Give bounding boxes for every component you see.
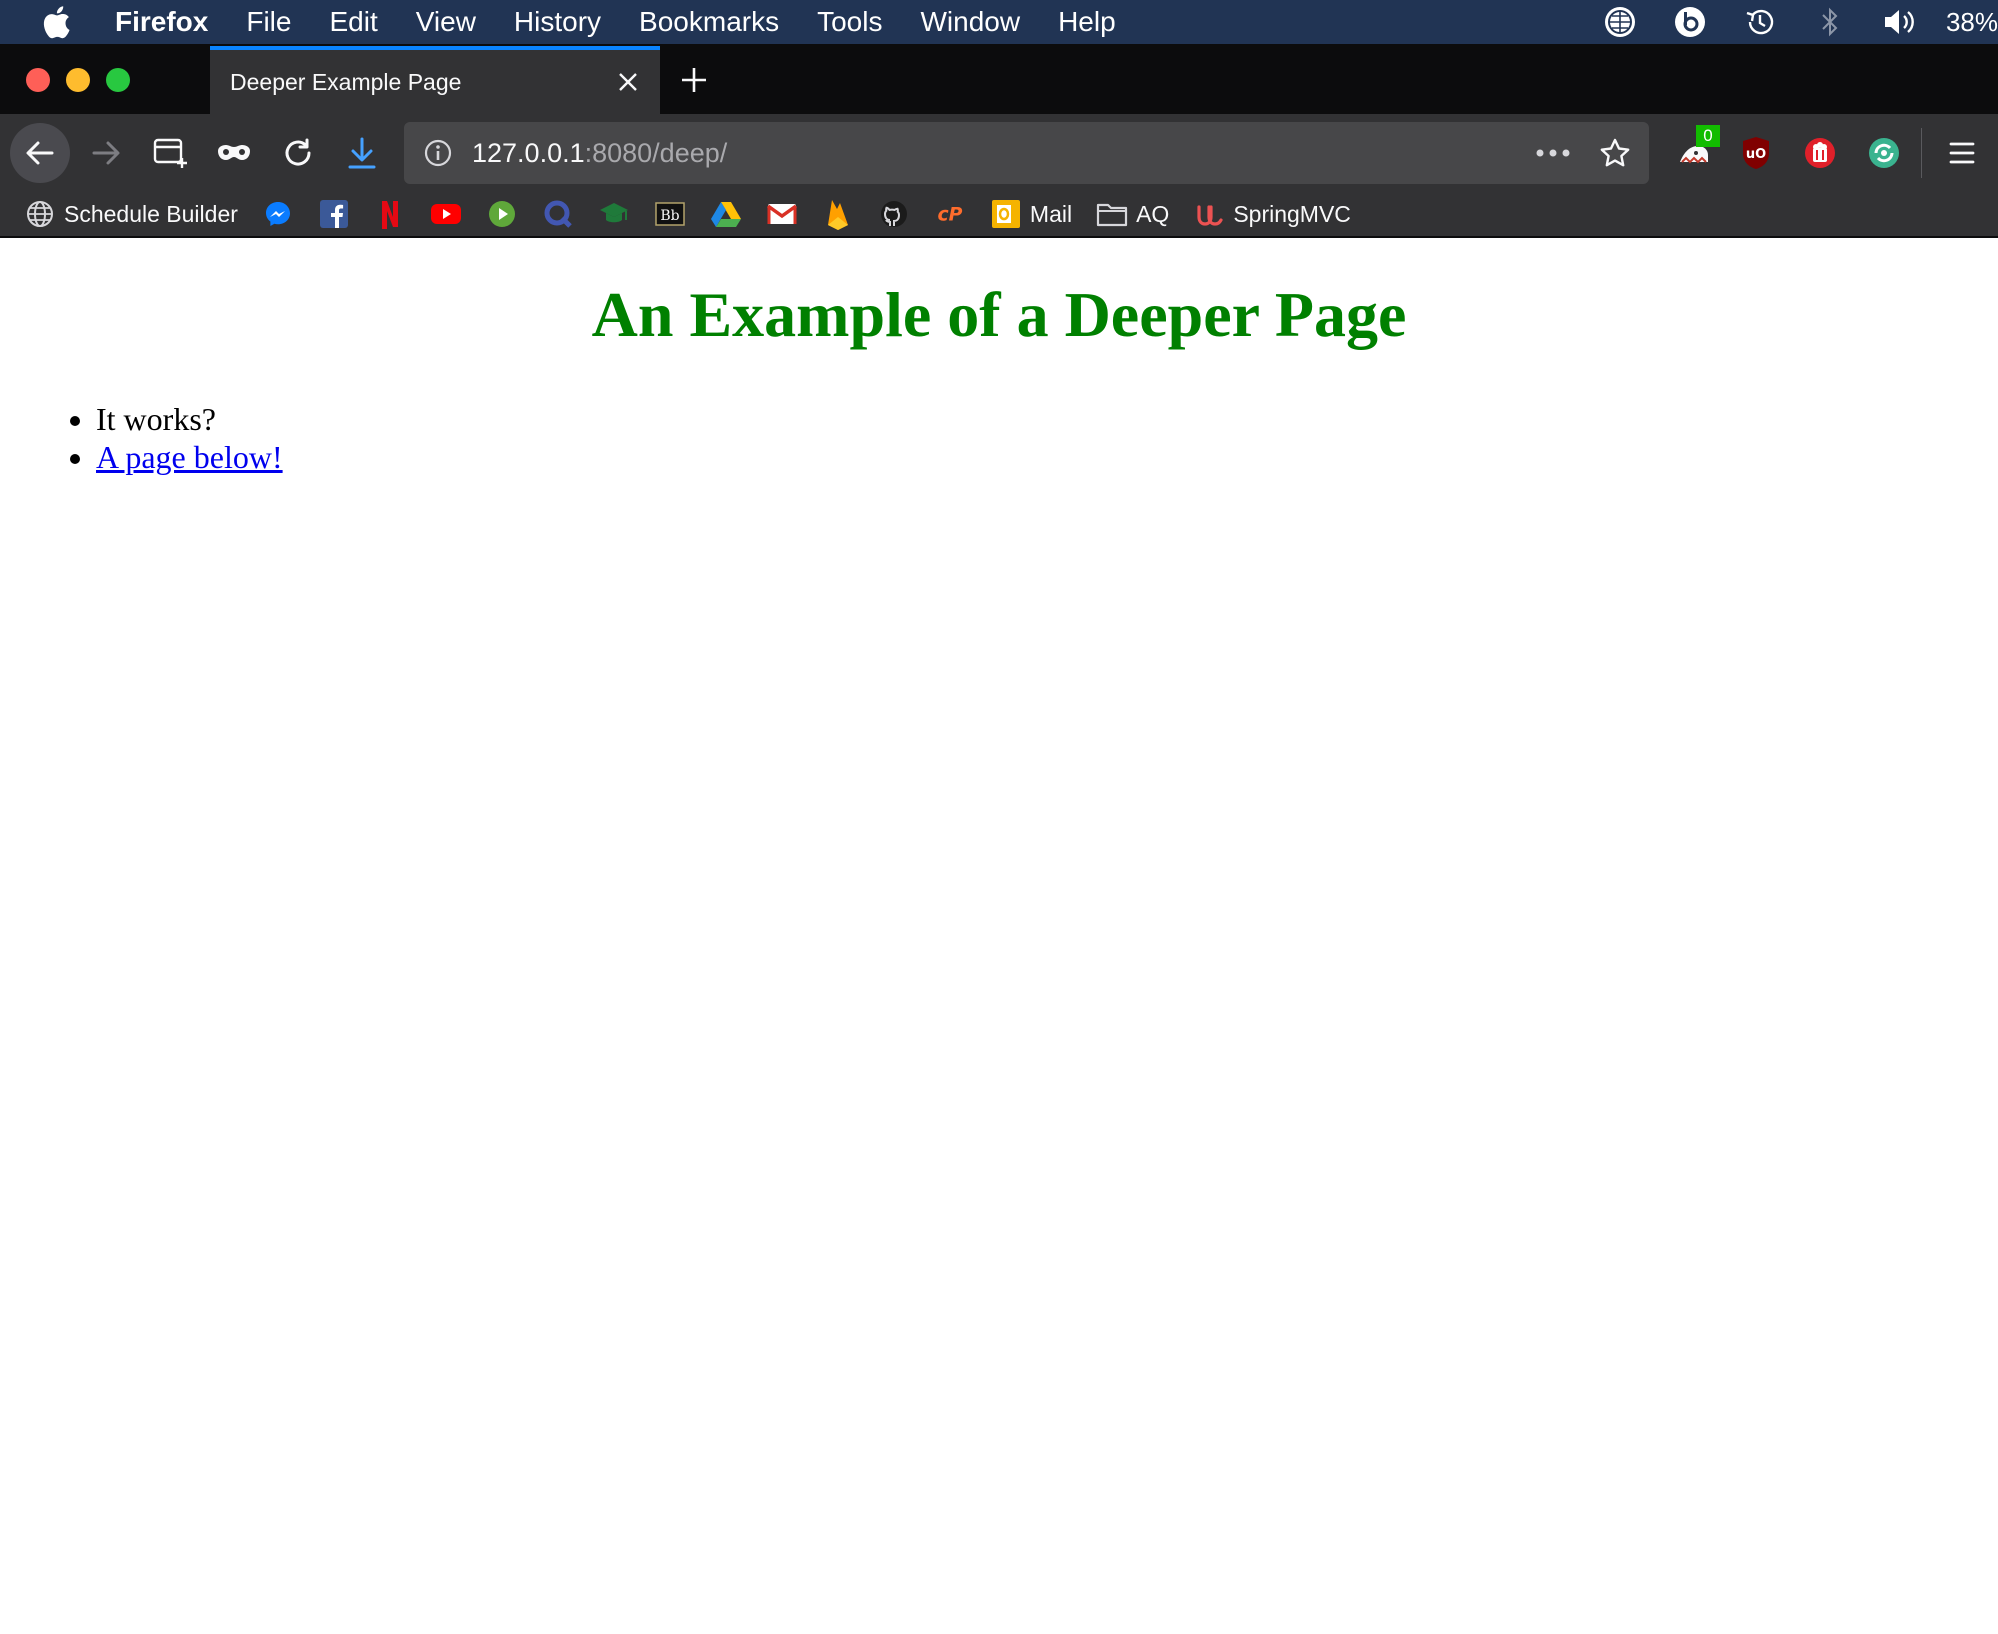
private-mask-icon[interactable] bbox=[206, 125, 262, 181]
list-item: It works? bbox=[96, 400, 1998, 438]
svg-text:uO: uO bbox=[1746, 147, 1766, 162]
sync-extension-icon[interactable] bbox=[1862, 131, 1906, 175]
ublock-origin-icon[interactable]: uO bbox=[1734, 131, 1778, 175]
globe-icon bbox=[24, 198, 56, 230]
window-maximize-button[interactable] bbox=[106, 68, 130, 92]
svg-text:Bb: Bb bbox=[660, 208, 679, 224]
menu-bookmarks[interactable]: Bookmarks bbox=[620, 6, 798, 38]
container-tab-icon[interactable] bbox=[142, 125, 198, 181]
time-machine-icon[interactable] bbox=[1740, 2, 1780, 42]
bookmark-schedule-builder[interactable]: Schedule Builder bbox=[24, 191, 238, 237]
forward-button[interactable] bbox=[78, 125, 134, 181]
ghostery-extension-icon[interactable]: 0 bbox=[1672, 125, 1720, 175]
bookmark-google-drive[interactable] bbox=[710, 191, 742, 237]
popcorn-extension-icon[interactable] bbox=[1798, 131, 1842, 175]
window-close-button[interactable] bbox=[26, 68, 50, 92]
svg-text:cP: cP bbox=[937, 205, 962, 226]
bookmark-blackboard[interactable]: Bb bbox=[654, 191, 686, 237]
bookmark-label: Schedule Builder bbox=[64, 200, 238, 227]
navigation-toolbar: 127.0.0.1:8080/deep/ 0 uO bbox=[0, 114, 1998, 192]
tab-title: Deeper Example Page bbox=[230, 68, 462, 95]
url-path: :8080/deep/ bbox=[584, 137, 728, 168]
page-actions-icon[interactable] bbox=[1531, 133, 1575, 173]
bookmark-mail[interactable]: Mail bbox=[990, 191, 1072, 237]
bookmark-cpanel[interactable]: cP bbox=[934, 191, 966, 237]
outlook-icon bbox=[990, 198, 1022, 230]
tab-strip: Deeper Example Page bbox=[0, 44, 1998, 114]
bookmark-github[interactable] bbox=[878, 191, 910, 237]
url-bar[interactable]: 127.0.0.1:8080/deep/ bbox=[404, 122, 1649, 184]
list-item: A page below! bbox=[96, 438, 1998, 476]
bookmark-graduation[interactable] bbox=[598, 191, 630, 237]
menu-tools[interactable]: Tools bbox=[798, 6, 901, 38]
menu-view[interactable]: View bbox=[397, 6, 495, 38]
menu-file[interactable]: File bbox=[227, 6, 310, 38]
tab-close-icon[interactable] bbox=[608, 62, 648, 102]
volume-icon[interactable] bbox=[1880, 2, 1920, 42]
site-info-icon[interactable] bbox=[418, 133, 458, 173]
youtube-icon bbox=[430, 198, 462, 230]
messenger-icon bbox=[262, 198, 294, 230]
bookmark-facebook[interactable] bbox=[318, 191, 350, 237]
cpanel-icon: cP bbox=[934, 198, 966, 230]
bookmark-play[interactable] bbox=[486, 191, 518, 237]
blackboard-icon: Bb bbox=[654, 198, 686, 230]
list-item-text: It works? bbox=[96, 401, 216, 437]
menu-history[interactable]: History bbox=[495, 6, 620, 38]
download-icon[interactable] bbox=[334, 125, 390, 181]
bookmark-label: Mail bbox=[1029, 200, 1073, 227]
url-text[interactable]: 127.0.0.1:8080/deep/ bbox=[472, 138, 727, 169]
page-heading: An Example of a Deeper Page bbox=[591, 279, 1407, 350]
page-content: An Example of a Deeper Page It works? A … bbox=[0, 240, 1998, 1634]
hamburger-menu-icon[interactable] bbox=[1940, 131, 1984, 175]
back-button[interactable] bbox=[10, 123, 70, 183]
bookmark-star-icon[interactable] bbox=[1593, 131, 1637, 175]
bookmark-label: AQ bbox=[1136, 200, 1170, 227]
extension-badge: 0 bbox=[1696, 125, 1720, 147]
bookmark-messenger[interactable] bbox=[262, 191, 294, 237]
gmail-icon bbox=[766, 198, 798, 230]
apple-menu-icon[interactable] bbox=[36, 5, 76, 39]
bookmark-folder-aq[interactable]: AQ bbox=[1096, 191, 1169, 237]
facebook-icon bbox=[318, 198, 350, 230]
bookmark-firebase[interactable] bbox=[822, 191, 854, 237]
graduation-cap-icon bbox=[598, 198, 630, 230]
new-tab-button[interactable] bbox=[672, 58, 716, 102]
page-below-link[interactable]: A page below! bbox=[96, 439, 283, 475]
menu-app-firefox[interactable]: Firefox bbox=[96, 6, 227, 38]
status-area: 38% bbox=[1570, 0, 1998, 44]
macos-menu-bar: Firefox File Edit View History Bookmarks… bbox=[0, 0, 1998, 44]
bullet-list: It works? A page below! bbox=[96, 400, 1998, 476]
folder-icon bbox=[1096, 198, 1128, 230]
bookmark-springmvc[interactable]: SpringMVC bbox=[1193, 191, 1351, 237]
menu-edit[interactable]: Edit bbox=[310, 6, 396, 38]
udemy-icon bbox=[1193, 198, 1225, 230]
bookmark-youtube[interactable] bbox=[430, 191, 462, 237]
bookmarks-toolbar: Schedule Builder Bb cP Mail AQ SpringMVC bbox=[0, 192, 1998, 238]
github-icon bbox=[878, 198, 910, 230]
bluetooth-icon[interactable] bbox=[1810, 2, 1850, 42]
play-icon bbox=[486, 198, 518, 230]
beats-icon[interactable] bbox=[1670, 2, 1710, 42]
netflix-icon bbox=[374, 198, 406, 230]
menu-help[interactable]: Help bbox=[1039, 6, 1135, 38]
firebase-icon bbox=[822, 198, 854, 230]
vpn-globe-icon[interactable] bbox=[1600, 2, 1640, 42]
toolbar-separator bbox=[1921, 128, 1922, 178]
bookmark-netflix[interactable] bbox=[374, 191, 406, 237]
window-minimize-button[interactable] bbox=[66, 68, 90, 92]
google-drive-icon bbox=[710, 198, 742, 230]
bookmark-label: SpringMVC bbox=[1233, 200, 1351, 227]
q-icon bbox=[542, 198, 574, 230]
bookmark-gmail[interactable] bbox=[766, 191, 798, 237]
tab-deeper-example-page[interactable]: Deeper Example Page bbox=[210, 46, 660, 114]
menu-window[interactable]: Window bbox=[901, 6, 1039, 38]
bookmark-q[interactable] bbox=[542, 191, 574, 237]
url-host: 127.0.0.1 bbox=[472, 137, 585, 168]
reload-icon[interactable] bbox=[270, 125, 326, 181]
battery-percentage[interactable]: 38% bbox=[1946, 7, 1998, 38]
